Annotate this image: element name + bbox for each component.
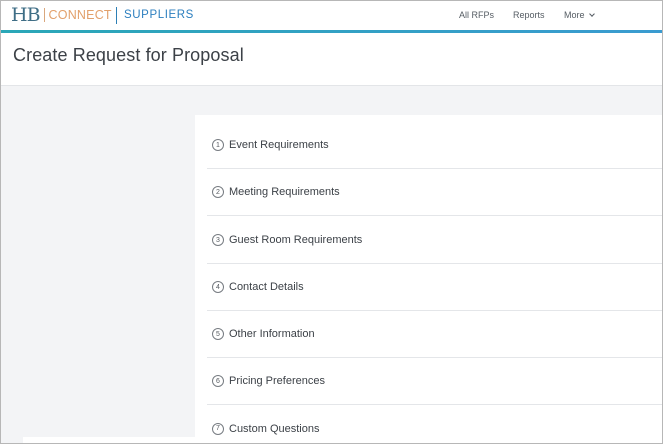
- nav-more-menu[interactable]: More: [564, 10, 595, 20]
- step-contact-details[interactable]: 4 Contact Details: [207, 264, 662, 311]
- step-number-badge: 4: [212, 281, 224, 293]
- step-number-badge: 6: [212, 375, 224, 387]
- step-label: Other Information: [229, 328, 315, 340]
- step-label: Contact Details: [229, 281, 304, 293]
- product-name: SUPPLIERS: [124, 9, 194, 21]
- step-label: Pricing Preferences: [229, 375, 325, 387]
- app-window: HB CONNECT SUPPLIERS All RFPs Reports Mo…: [0, 0, 663, 444]
- step-pricing-preferences[interactable]: 6 Pricing Preferences: [207, 358, 662, 405]
- logo-divider: [116, 7, 117, 24]
- step-number-badge: 7: [212, 422, 224, 435]
- logo-hb-text: HB: [11, 4, 41, 26]
- nav-all-rfps-link[interactable]: All RFPs: [459, 10, 494, 20]
- top-navigation-bar: HB CONNECT SUPPLIERS All RFPs Reports Mo…: [1, 1, 662, 30]
- rfp-steps-panel: 1 Event Requirements 2 Meeting Requireme…: [195, 115, 662, 443]
- step-number-badge: 3: [212, 234, 224, 246]
- nav-reports-link[interactable]: Reports: [513, 10, 545, 20]
- step-number-badge: 5: [212, 328, 224, 340]
- step-label: Custom Questions: [229, 422, 320, 435]
- logo-connect-text: CONNECT: [43, 8, 112, 22]
- chevron-down-icon: [588, 11, 595, 17]
- step-label: Guest Room Requirements: [229, 234, 363, 246]
- step-label: Meeting Requirements: [229, 186, 340, 198]
- page-title: Create Request for Proposal: [13, 45, 244, 65]
- step-number-badge: 1: [212, 139, 224, 151]
- step-event-requirements[interactable]: 1 Event Requirements: [207, 122, 662, 169]
- step-meeting-requirements[interactable]: 2 Meeting Requirements: [207, 169, 662, 216]
- page-header: Create Request for Proposal: [1, 33, 662, 86]
- nav-more-label: More: [564, 10, 585, 20]
- step-label: Event Requirements: [229, 139, 329, 151]
- step-guest-room-requirements[interactable]: 3 Guest Room Requirements: [207, 217, 662, 264]
- step-other-information[interactable]: 5 Other Information: [207, 311, 662, 358]
- step-number-badge: 2: [212, 186, 224, 198]
- bottom-strip: [23, 437, 195, 443]
- hb-connect-logo[interactable]: HB CONNECT: [11, 4, 112, 26]
- step-custom-questions[interactable]: 7 Custom Questions: [207, 405, 662, 443]
